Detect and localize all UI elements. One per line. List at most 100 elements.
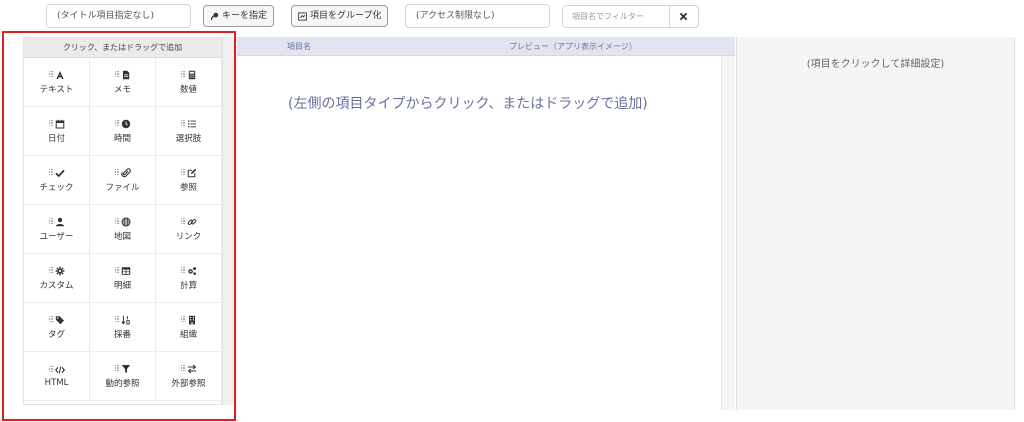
palette-item[interactable]: 選択肢 [156,107,222,156]
grip-dot [180,318,182,320]
palette-item[interactable]: チェック [24,156,90,205]
palette-item[interactable]: テキスト [24,58,90,107]
drag-handle-icon[interactable] [180,315,185,324]
grip-dot [48,171,50,173]
grip-dot [114,315,116,317]
grip-dot [48,119,50,121]
grip-dot [117,369,119,371]
group-button[interactable]: 項目をグループ化 [291,5,389,27]
filter-clear-button[interactable] [669,6,698,27]
paperclip-icon [120,167,131,178]
palette-item[interactable]: 明細 [90,254,156,303]
drag-handle-icon[interactable] [180,266,185,275]
drag-handle-icon[interactable] [48,266,53,275]
grip-dot [51,75,53,77]
grip-dot [117,320,119,322]
drag-handle-icon[interactable] [48,365,53,374]
grip-dot [117,75,119,77]
palette-item-header [48,217,65,227]
palette-item[interactable]: HTML [24,352,90,401]
grip-dot [117,122,119,124]
grip-dot [114,217,116,219]
grip-dot [117,271,119,273]
grip-dot [48,73,50,75]
drag-handle-icon[interactable] [114,364,119,373]
drag-handle-icon[interactable] [48,168,53,177]
palette-item-label: 明細 [113,280,131,291]
palette-item[interactable]: 組織 [156,303,222,352]
key-button-label: キーを指定 [222,11,268,21]
drag-handle-icon[interactable] [114,70,119,79]
grip-dot [48,320,50,322]
grip-dot [180,124,182,126]
palette-item-label: タグ [47,329,65,340]
palette-item[interactable]: 参照 [156,156,222,205]
drag-handle-icon[interactable] [180,119,185,128]
grip-dot [48,266,50,268]
grip-dot [117,73,119,75]
palette-item[interactable]: 地図 [90,205,156,254]
palette-item[interactable]: メモ [90,58,156,107]
grip-dot [51,271,53,273]
grip-dot [180,75,182,77]
grip-dot [51,365,53,367]
grip-dot [48,124,50,126]
palette-item[interactable]: 外部参照 [156,352,222,401]
grip-dot [114,222,116,224]
palette-item-header [114,119,131,129]
grip-dot [51,70,53,72]
grip-dot [117,364,119,366]
drag-handle-icon[interactable] [180,217,185,226]
grip-dot [48,315,50,317]
grip-dot [51,222,53,224]
key-button[interactable]: キーを指定 [203,5,275,27]
drop-area[interactable]: (左側の項目タイプからクリック、またはドラッグで追加) [237,56,722,410]
drag-handle-icon[interactable] [48,119,53,128]
drag-handle-icon[interactable] [114,266,119,275]
palette-scrollbar[interactable] [222,37,236,405]
palette-item[interactable]: カスタム [24,254,90,303]
palette-item[interactable]: 日付 [24,107,90,156]
palette-item-header [48,119,65,129]
palette-item-header [180,217,197,227]
drag-handle-icon[interactable] [114,119,119,128]
field-type-palette: クリック、またはドラッグで追加 テキスト メモ 数値 日付 時間 選択肢 チェック ファイル 参… [23,37,222,405]
palette-item-label: 計算 [179,280,197,291]
drag-handle-icon[interactable] [48,217,53,226]
drag-handle-icon[interactable] [114,315,119,324]
grip-dot [180,269,182,271]
grip-dot [183,367,185,369]
title-field-select[interactable]: (タイトル項目指定なし) [46,4,191,28]
palette-item-header [48,168,65,178]
palette-item[interactable]: リンク [156,205,222,254]
palette-item-label: 外部参照 [171,378,206,389]
grip-dot [114,369,116,371]
drag-handle-icon[interactable] [180,168,185,177]
palette-item[interactable]: タグ [24,303,90,352]
grip-dot [114,173,116,175]
palette-item-label: 組織 [179,329,197,340]
drag-handle-icon[interactable] [48,70,53,79]
palette-item-label: カスタム [39,280,74,291]
grip-dot [48,222,50,224]
drag-handle-icon[interactable] [48,315,53,324]
drag-handle-icon[interactable] [180,364,185,373]
grip-dot [117,367,119,369]
filter-input[interactable] [563,6,670,27]
access-field-select[interactable]: (アクセス制限なし) [405,4,550,28]
palette-item[interactable]: ユーザー [24,205,90,254]
palette-item-label: 地図 [113,231,131,242]
palette-item[interactable]: ファイル [90,156,156,205]
building-icon [187,315,197,325]
palette-item[interactable]: 動的参照 [90,352,156,401]
palette-item-header [180,70,197,80]
palette-item[interactable]: 計算 [156,254,222,303]
drag-handle-icon[interactable] [114,217,119,226]
drag-handle-icon[interactable] [180,70,185,79]
palette-item[interactable]: 採番 [90,303,156,352]
grip-dot [183,173,185,175]
palette-item[interactable]: 時間 [90,107,156,156]
palette-item[interactable]: 数値 [156,58,222,107]
palette-item-header [180,315,197,325]
drag-handle-icon[interactable] [114,168,119,177]
